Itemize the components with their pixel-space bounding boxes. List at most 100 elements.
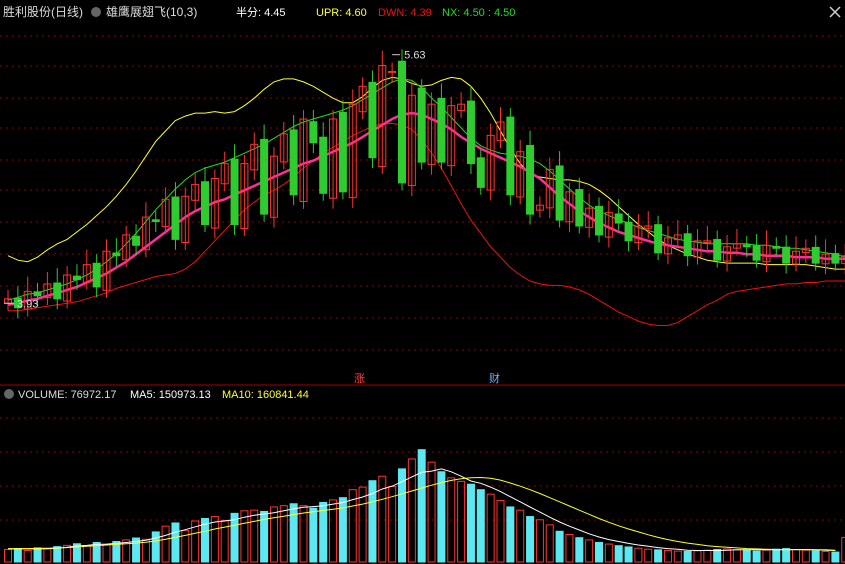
volume-bar bbox=[161, 525, 170, 563]
volume-bar bbox=[526, 516, 535, 563]
volume-bar bbox=[151, 531, 160, 563]
candle-body bbox=[92, 262, 101, 288]
candle-body bbox=[53, 282, 62, 300]
volume-bars bbox=[4, 449, 845, 563]
low-label: 3.93 bbox=[17, 298, 38, 310]
dwn-value: DWN: 4.39 bbox=[378, 7, 432, 19]
volume-bar bbox=[506, 506, 515, 563]
volume-bar bbox=[654, 549, 663, 563]
volume-bar bbox=[732, 549, 741, 563]
candles bbox=[4, 49, 845, 319]
candle-body bbox=[72, 275, 81, 280]
volume-bar bbox=[299, 505, 308, 563]
ma-line bbox=[7, 111, 845, 306]
candle-body bbox=[742, 244, 751, 248]
volume-bar bbox=[673, 550, 682, 563]
volume-bar bbox=[535, 519, 544, 563]
volume-bar bbox=[4, 549, 12, 563]
candle-body bbox=[575, 189, 584, 227]
volume-bar bbox=[23, 549, 32, 563]
volume-bar bbox=[417, 449, 426, 563]
zhang-marker: 涨 bbox=[354, 372, 365, 385]
candle-body bbox=[230, 158, 239, 226]
volume-bar bbox=[811, 550, 820, 563]
volume-bar bbox=[457, 480, 466, 563]
close-icon[interactable] bbox=[829, 6, 841, 18]
candle-body bbox=[526, 144, 535, 215]
volume-bar bbox=[171, 522, 180, 563]
candle-body bbox=[33, 291, 42, 297]
candle-body bbox=[595, 205, 603, 236]
candle-body bbox=[398, 60, 406, 184]
volume-bar bbox=[437, 471, 446, 563]
volume-bar bbox=[240, 510, 249, 563]
ma10-value: MA10: 160841.44 bbox=[222, 389, 309, 401]
volume-bar bbox=[723, 548, 732, 563]
stock-chart: 5.63 3.93 胜利股份(日线) 雄鹰展翅飞(10,3) 半分: 4.45 UPR: … bbox=[0, 4, 845, 563]
volume-bar bbox=[358, 486, 367, 563]
volume-bar bbox=[831, 551, 840, 563]
volume-bar bbox=[821, 550, 830, 563]
high-label: 5.63 bbox=[404, 50, 425, 62]
volume-bar bbox=[486, 493, 495, 563]
volume-bar bbox=[752, 550, 761, 563]
volume-bar bbox=[703, 549, 712, 563]
volume-value: VOLUME: 76972.17 bbox=[18, 389, 116, 401]
candle-body bbox=[831, 253, 840, 264]
volume-bar bbox=[496, 500, 505, 563]
volume-bar bbox=[683, 550, 692, 563]
candle-body bbox=[319, 136, 328, 194]
candle-body bbox=[368, 81, 377, 159]
cai-marker: 财 bbox=[489, 371, 500, 385]
dropdown-icon bbox=[91, 7, 101, 17]
candle-body bbox=[654, 224, 663, 254]
upr-value: UPR: 4.60 bbox=[316, 7, 367, 19]
candle-body bbox=[752, 245, 761, 261]
candle-body bbox=[624, 221, 633, 242]
candle-body bbox=[260, 138, 269, 215]
candle-body bbox=[309, 121, 318, 144]
volume-bar bbox=[319, 501, 328, 563]
volume-bar bbox=[230, 512, 239, 563]
candle-body bbox=[466, 100, 475, 165]
volume-bar bbox=[43, 548, 52, 563]
volume-bar bbox=[427, 461, 436, 563]
volume-bar bbox=[565, 533, 574, 563]
volume-bar bbox=[466, 483, 475, 563]
ma5-value: MA5: 150973.13 bbox=[130, 389, 211, 401]
volume-bar bbox=[742, 549, 751, 563]
volume-bar bbox=[33, 547, 42, 563]
volume-bar bbox=[595, 541, 603, 563]
candle-body bbox=[201, 181, 209, 226]
lower-band-line bbox=[8, 123, 845, 326]
volume-bar bbox=[792, 549, 800, 563]
candle-body bbox=[476, 157, 485, 188]
volume-bar bbox=[53, 546, 62, 563]
volume-bar bbox=[82, 545, 91, 563]
volume-bar bbox=[269, 506, 278, 563]
stock-title: 胜利股份(日线) bbox=[3, 4, 83, 19]
volume-bar bbox=[309, 507, 318, 563]
candle-body bbox=[506, 116, 515, 196]
candle-body bbox=[683, 233, 692, 257]
candle-body bbox=[713, 239, 722, 261]
volume-bar bbox=[772, 548, 781, 563]
volume-bar bbox=[693, 550, 702, 563]
candle-body bbox=[338, 111, 347, 193]
candle-body bbox=[782, 246, 791, 264]
volume-bar bbox=[762, 549, 771, 563]
volume-bar bbox=[644, 548, 653, 563]
volume-bar bbox=[782, 548, 791, 563]
volume-bar bbox=[713, 549, 722, 563]
candle-body bbox=[555, 165, 564, 221]
candle-body bbox=[417, 87, 426, 163]
volume-bar bbox=[575, 537, 584, 563]
volume-bar bbox=[250, 509, 259, 563]
candle-body bbox=[289, 129, 298, 196]
volume-bar bbox=[555, 530, 564, 563]
volume-bar bbox=[13, 548, 22, 563]
volume-bar bbox=[663, 549, 672, 563]
candle-body bbox=[772, 245, 781, 249]
candle-body bbox=[112, 252, 121, 257]
volume-bar bbox=[407, 458, 416, 563]
